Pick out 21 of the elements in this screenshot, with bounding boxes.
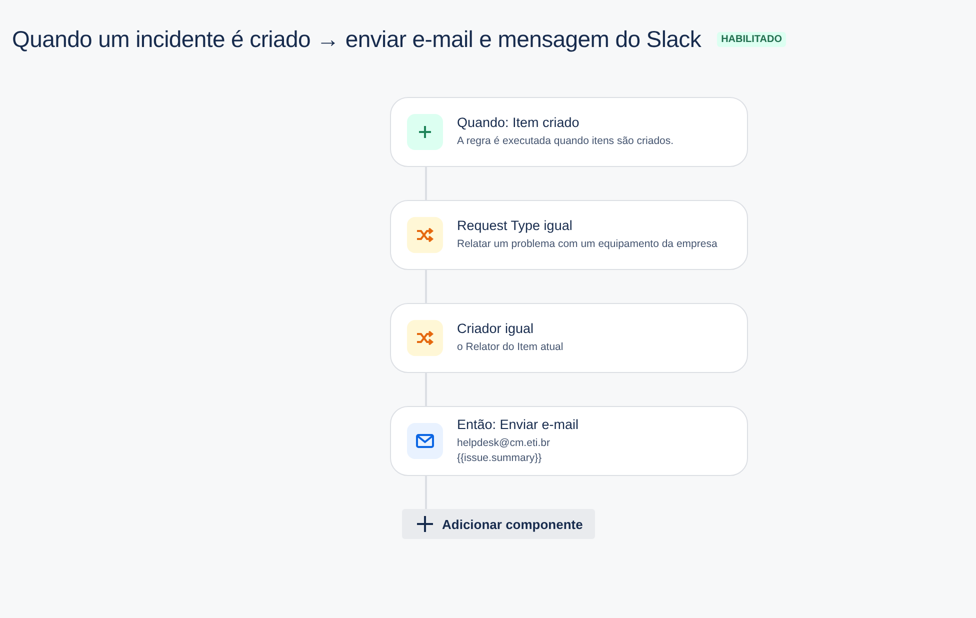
rule-step-card[interactable]: Então: Enviar e-mail helpdesk@cm.eti.br {{issue.summary}} — [390, 406, 748, 476]
step-detail: {{issue.summary}} — [457, 450, 543, 466]
plus-icon — [418, 125, 432, 139]
page-title: Quando um incidente é criado → enviar e-mail e mensagem do Slack — [12, 26, 702, 53]
step-title: Então: Enviar e-mail — [457, 416, 579, 432]
step-detail: helpdesk@cm.eti.br — [457, 436, 551, 450]
rule-step-card[interactable]: Criador igual o Relator do Item atual — [390, 303, 748, 373]
mail-icon — [416, 434, 434, 448]
step-detail: o Relator do Item atual — [457, 340, 564, 355]
rule-step-card[interactable]: Request Type igual Relatar um problema com um equipamento da empresa — [390, 200, 748, 270]
rule-step-card[interactable]: Quando: Item criado A regra é executada quando itens são criados. — [390, 97, 748, 167]
step-detail: Relatar um problema com um equipamento da empresa — [457, 237, 718, 252]
status-badge: HABILITADO — [717, 32, 786, 47]
step-title: Request Type igual — [457, 218, 574, 233]
step-title: Criador igual — [457, 321, 535, 336]
shuffle-icon — [416, 331, 434, 345]
step-detail: A regra é executada quando itens são criados. — [457, 134, 674, 149]
plus-icon — [416, 515, 434, 533]
add-component-button[interactable]: Adicionar componente — [402, 509, 595, 539]
shuffle-icon — [416, 228, 434, 242]
step-title: Quando: Item criado — [457, 115, 580, 130]
